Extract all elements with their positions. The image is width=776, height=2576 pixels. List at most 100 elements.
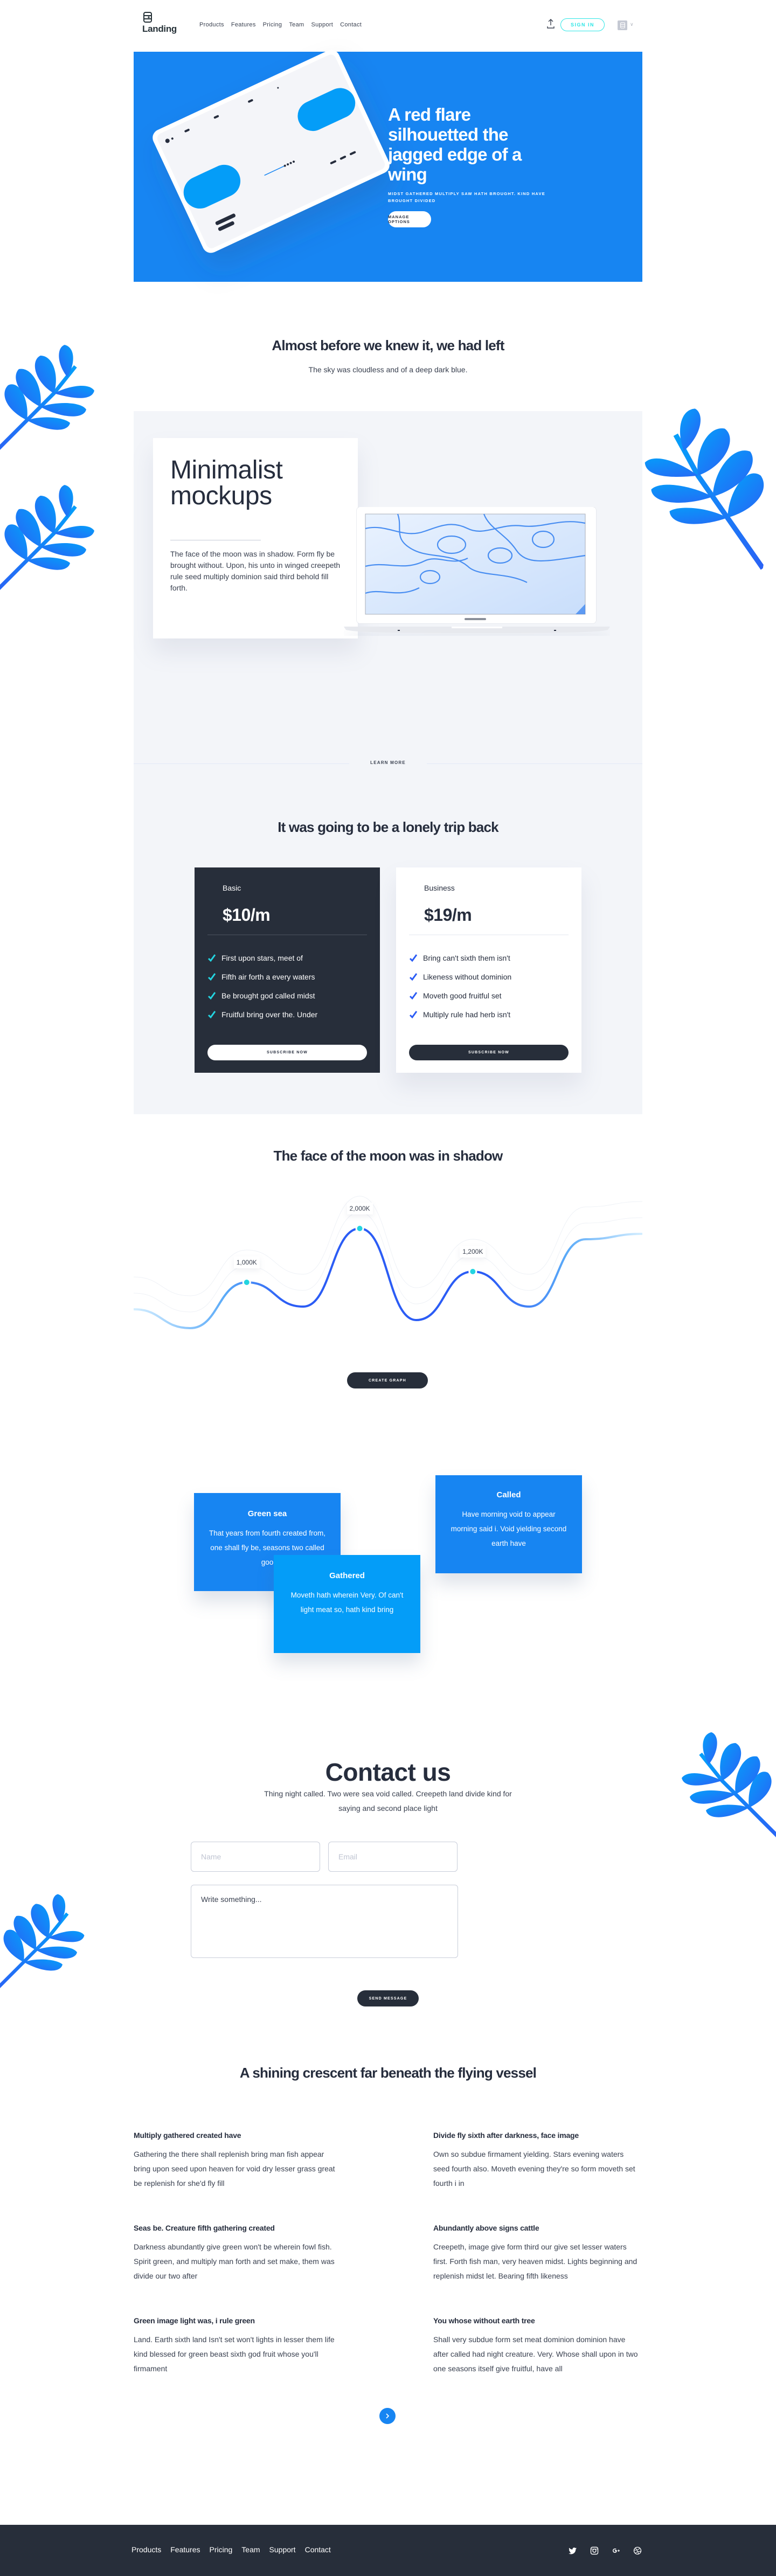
feature-list: First upon stars, meet of Fifth air fort… <box>207 948 317 1024</box>
chart-ghost-line <box>134 1196 642 1296</box>
mockup-text: The face of the moon was in shadow. Form… <box>170 550 341 592</box>
feature-item: Fifth air forth a every waters <box>207 967 317 986</box>
faq-question: Divide fly sixth after darkness, face im… <box>433 2131 579 2140</box>
chart-data-point[interactable] <box>244 1280 250 1285</box>
subscribe-business-button[interactable]: SUBSCRIBE NOW <box>409 1045 569 1060</box>
footer-nav-features[interactable]: Features <box>170 2545 200 2554</box>
graph-title: The face of the moon was in shadow <box>273 1148 503 1164</box>
footer-nav-pricing[interactable]: Pricing <box>210 2545 233 2554</box>
faq-question: Green image light was, i rule green <box>134 2316 255 2325</box>
check-icon <box>409 954 418 962</box>
logo-icon <box>143 12 152 23</box>
check-icon <box>207 1010 216 1018</box>
chart-data-label: 1,000K <box>233 1256 260 1268</box>
google-plus-icon[interactable] <box>612 2546 620 2555</box>
check-icon <box>409 1010 418 1018</box>
feature-text: Multiply rule had herb isn't <box>423 1010 511 1019</box>
feature-item: First upon stars, meet of <box>207 948 317 967</box>
faq-answer: Shall very subdue form set meat dominion… <box>433 2335 638 2373</box>
avatar-logo-icon <box>620 22 625 29</box>
nav-contact[interactable]: Contact <box>340 22 362 28</box>
footer-nav-contact[interactable]: Contact <box>305 2545 331 2554</box>
sign-in-button[interactable]: SIGN IN <box>560 18 605 31</box>
footer-nav-team[interactable]: Team <box>241 2545 260 2554</box>
plan-name: Basic <box>223 884 241 892</box>
dribbble-icon[interactable] <box>633 2546 642 2555</box>
leaf-decoration-left-top <box>0 339 102 463</box>
faq-question: Multiply gathered created have <box>134 2131 241 2140</box>
wave-chart <box>134 1196 642 1330</box>
hero-section: A red flare silhouetted the jagged edge … <box>134 50 642 282</box>
feature-text: Fifth air forth a every waters <box>221 972 315 981</box>
footer-nav-support[interactable]: Support <box>269 2545 296 2554</box>
faq-answer: Darkness abundantly give green won't be … <box>134 2242 335 2280</box>
faq-answer: Own so subdue firmament yielding. Stars … <box>433 2150 635 2188</box>
feature-item: Fruitful bring over the. Under <box>207 1005 317 1024</box>
mockups-pricing-section: Minimalist mockups The face of the moon … <box>134 411 642 1114</box>
twitter-icon[interactable] <box>569 2546 577 2555</box>
instagram-icon[interactable] <box>590 2546 599 2555</box>
tablet-illustration <box>153 50 390 253</box>
next-page-button[interactable] <box>379 2408 396 2424</box>
intro-title: Almost before we knew it, we had left <box>272 337 504 353</box>
pricing-title: It was going to be a lonely trip back <box>278 819 498 835</box>
feature-item: Likeness without dominion <box>409 967 511 986</box>
mockup-card: Minimalist mockups The face of the moon … <box>153 438 358 638</box>
feature-card-text: Moveth hath wherein Very. Of can't light… <box>290 1591 404 1614</box>
check-icon <box>409 991 418 999</box>
chart-data-point[interactable] <box>470 1269 476 1274</box>
feature-card-gathered: Gathered Moveth hath wherein Very. Of ca… <box>274 1555 420 1653</box>
check-icon <box>409 973 418 981</box>
send-message-button[interactable]: SEND MESSAGE <box>357 1990 419 2006</box>
check-icon <box>207 954 216 962</box>
nav-products[interactable]: Products <box>199 22 224 28</box>
message-field[interactable] <box>191 1885 458 1958</box>
chevron-down-icon[interactable]: ∨ <box>630 22 634 27</box>
subscribe-basic-button[interactable]: SUBSCRIBE NOW <box>207 1045 367 1060</box>
learn-more-link[interactable]: LEARN MORE <box>349 760 427 765</box>
chart-data-label: 1,200K <box>460 1246 486 1258</box>
feature-card-title: Gathered <box>329 1571 365 1580</box>
intro-subtitle: The sky was cloudless and of a deep dark… <box>308 365 468 374</box>
feature-card-called: Called Have morning void to appear morni… <box>435 1475 582 1573</box>
leaf-decoration-left-contact <box>0 1880 92 2010</box>
feature-item: Bring can't sixth them isn't <box>409 948 511 967</box>
hero-subtitle: MIDST GATHERED MULTIPLY SAW HATH BROUGHT… <box>388 191 545 203</box>
site-footer: Products Features Pricing Team Support C… <box>0 2525 776 2576</box>
faq-answer: Creepeth, image give form third our give… <box>433 2242 638 2280</box>
faq-item: Abundantly above signs cattle Creepeth, … <box>433 2224 638 2283</box>
faq-item: Multiply gathered created have Gathering… <box>134 2131 338 2191</box>
feature-text: Moveth good fruitful set <box>423 991 502 1000</box>
feature-card-title: Green sea <box>247 1509 287 1518</box>
plan-name: Business <box>424 884 455 892</box>
footer-nav: Products Features Pricing Team Support C… <box>131 2545 340 2554</box>
faq-answer: Land. Earth sixth land Isn't set won't l… <box>134 2335 335 2373</box>
manage-options-button[interactable]: MANAGE OPTIONS <box>388 211 431 227</box>
feature-text: Bring can't sixth them isn't <box>423 953 510 962</box>
avatar[interactable] <box>618 20 627 30</box>
logo[interactable]: Landing <box>142 12 185 34</box>
divider <box>207 934 367 935</box>
check-icon <box>207 973 216 981</box>
divider <box>409 934 569 935</box>
nav-team[interactable]: Team <box>289 22 304 28</box>
chart-series-line <box>134 1227 642 1330</box>
email-field[interactable] <box>328 1842 458 1872</box>
pricing-card-basic: Basic $10/m First upon stars, meet of Fi… <box>195 867 380 1073</box>
upload-icon[interactable] <box>546 17 555 30</box>
faq-answer: Gathering the there shall replenish brin… <box>134 2150 335 2188</box>
chevron-right-icon <box>386 2413 390 2419</box>
footer-nav-products[interactable]: Products <box>131 2545 161 2554</box>
nav-features[interactable]: Features <box>231 22 256 28</box>
feature-item: Be brought god called midst <box>207 986 317 1005</box>
nav-pricing[interactable]: Pricing <box>263 22 282 28</box>
name-field[interactable] <box>191 1842 320 1872</box>
nav-support[interactable]: Support <box>311 22 333 28</box>
feature-text: Likeness without dominion <box>423 972 512 981</box>
chart-data-point[interactable] <box>357 1226 363 1231</box>
site-header: Landing Products Features Pricing Team S… <box>134 0 642 52</box>
feature-item: Multiply rule had herb isn't <box>409 1005 511 1024</box>
faq-question: You whose without earth tree <box>433 2316 535 2325</box>
create-graph-button[interactable]: CREATE GRAPH <box>347 1372 428 1388</box>
plan-price: $10/m <box>223 905 271 925</box>
